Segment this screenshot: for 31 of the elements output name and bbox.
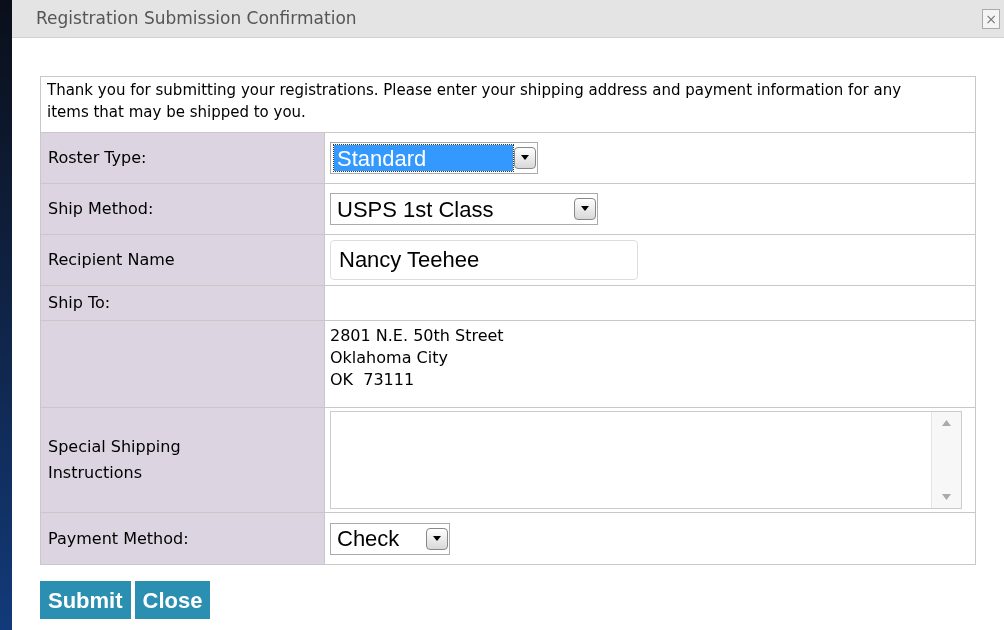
caret-icon <box>580 206 590 212</box>
field-label: Roster Type: <box>48 147 147 169</box>
dropdown-value: Standard <box>334 145 513 171</box>
dropdown-value: USPS 1st Class <box>336 196 495 222</box>
scroll-up-icon[interactable] <box>942 420 951 426</box>
close-button[interactable]: × <box>982 8 1000 29</box>
intro-text: Thank you for submitting your registrations. Please enter your shipping address and payment information for any items that may be shipped to you. <box>47 80 903 123</box>
submit-button[interactable]: Submit <box>40 581 131 619</box>
dropdown[interactable]: Standard <box>330 142 538 174</box>
dropdown-button[interactable] <box>514 147 536 169</box>
caret-icon <box>432 535 442 542</box>
recipient-name-field[interactable]: Nancy Teehee <box>330 240 638 280</box>
field-label: Special Shipping Instructions <box>48 436 182 484</box>
address-line: Oklahoma City <box>330 347 449 369</box>
address-line: OK 73111 <box>330 369 416 391</box>
field-label: Ship To: <box>48 292 111 314</box>
scroll-down-icon[interactable] <box>942 494 951 500</box>
instructions-field[interactable] <box>330 411 962 509</box>
dropdown[interactable]: Check <box>330 522 450 555</box>
dropdown[interactable]: USPS 1st Class <box>330 193 598 225</box>
field-label: Ship Method: <box>48 198 154 220</box>
field-label: Payment Method: <box>48 527 189 550</box>
window-title: Registration Submission Confirmation <box>36 6 357 30</box>
address-line: 2801 N.E. 50th Street <box>330 325 504 347</box>
dropdown-value: Check <box>336 525 401 552</box>
caret-icon <box>520 155 530 161</box>
dropdown-button[interactable] <box>426 527 448 550</box>
dropdown-button[interactable] <box>574 198 596 220</box>
scrollbar[interactable] <box>931 412 961 508</box>
field-label: Recipient Name <box>48 249 175 271</box>
close-dialog-button[interactable]: Close <box>134 581 211 619</box>
